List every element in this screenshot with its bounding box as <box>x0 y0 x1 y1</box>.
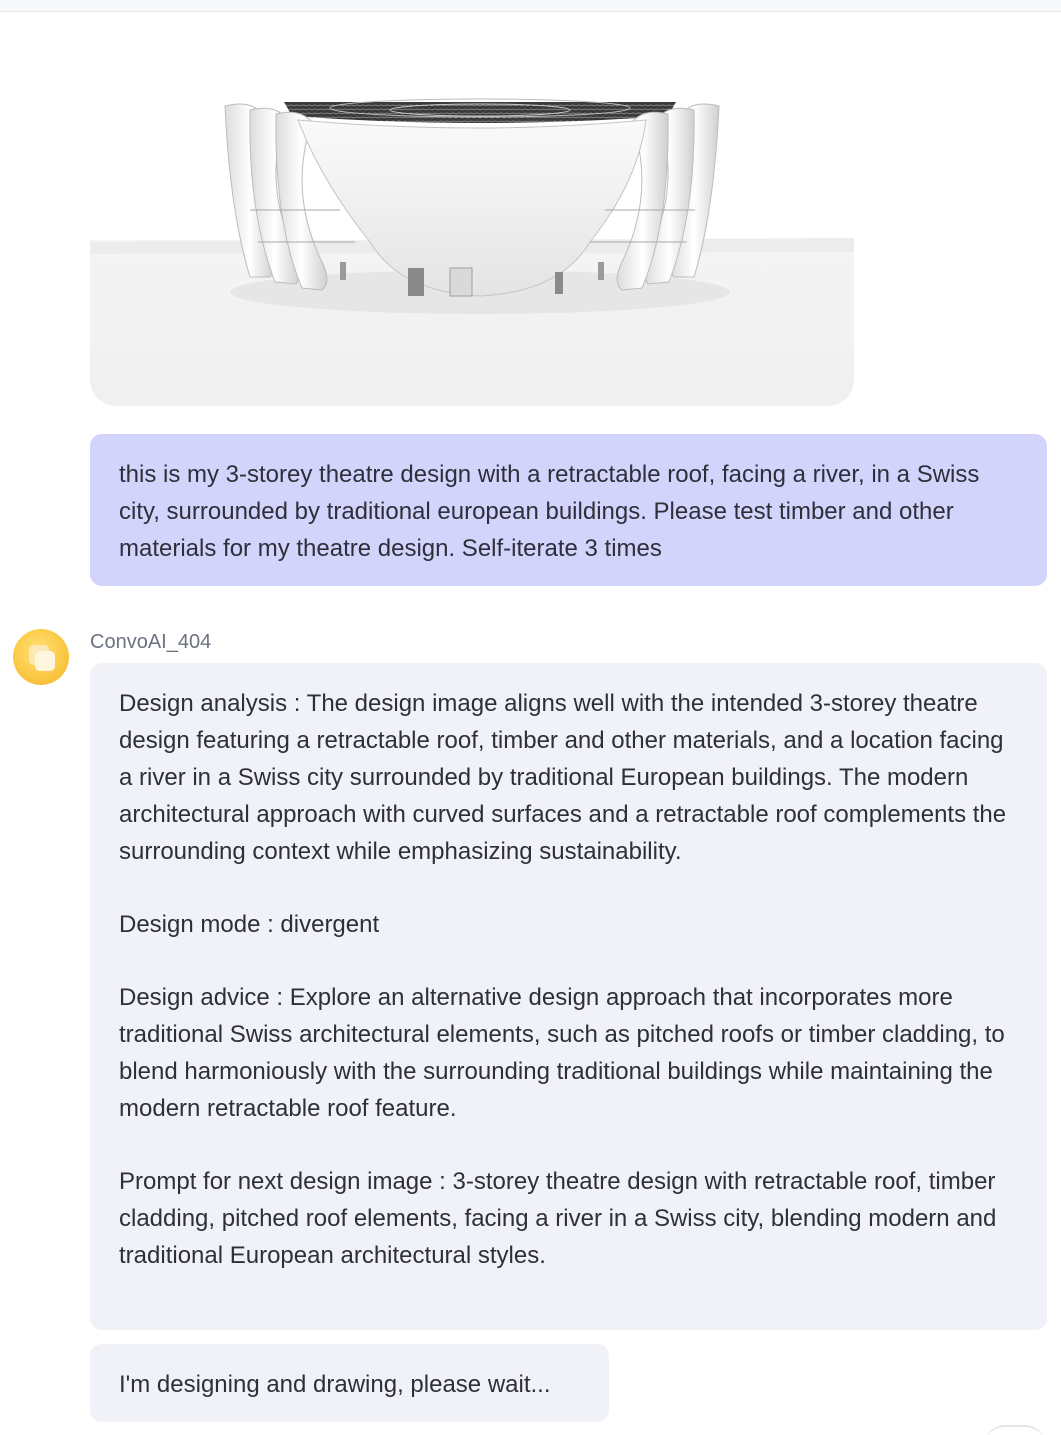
top-bar <box>0 0 1061 12</box>
user-message-bubble: this is my 3-storey theatre design with … <box>90 434 1047 586</box>
bot-message-bubble: Design analysis : The design image align… <box>90 663 1047 1330</box>
next-prompt-text: Prompt for next design image : 3-storey … <box>119 1168 997 1269</box>
user-message-text: this is my 3-storey theatre design with … <box>119 461 980 562</box>
bot-name: ConvoAI_404 <box>90 631 212 653</box>
avatar-shape-front <box>35 651 55 671</box>
status-message-bubble: I'm designing and drawing, please wait..… <box>90 1344 609 1422</box>
app-logo-icon <box>13 629 69 685</box>
design-image[interactable] <box>90 92 854 406</box>
scroll-to-bottom-button[interactable] <box>985 1425 1045 1435</box>
design-analysis-text: Design analysis : The design image align… <box>119 690 1007 865</box>
design-mode-text: Design mode : divergent <box>119 911 380 938</box>
theatre-render <box>90 98 854 406</box>
design-advice-text: Design advice : Explore an alternative d… <box>119 984 1005 1122</box>
status-message-text: I'm designing and drawing, please wait..… <box>119 1371 551 1398</box>
